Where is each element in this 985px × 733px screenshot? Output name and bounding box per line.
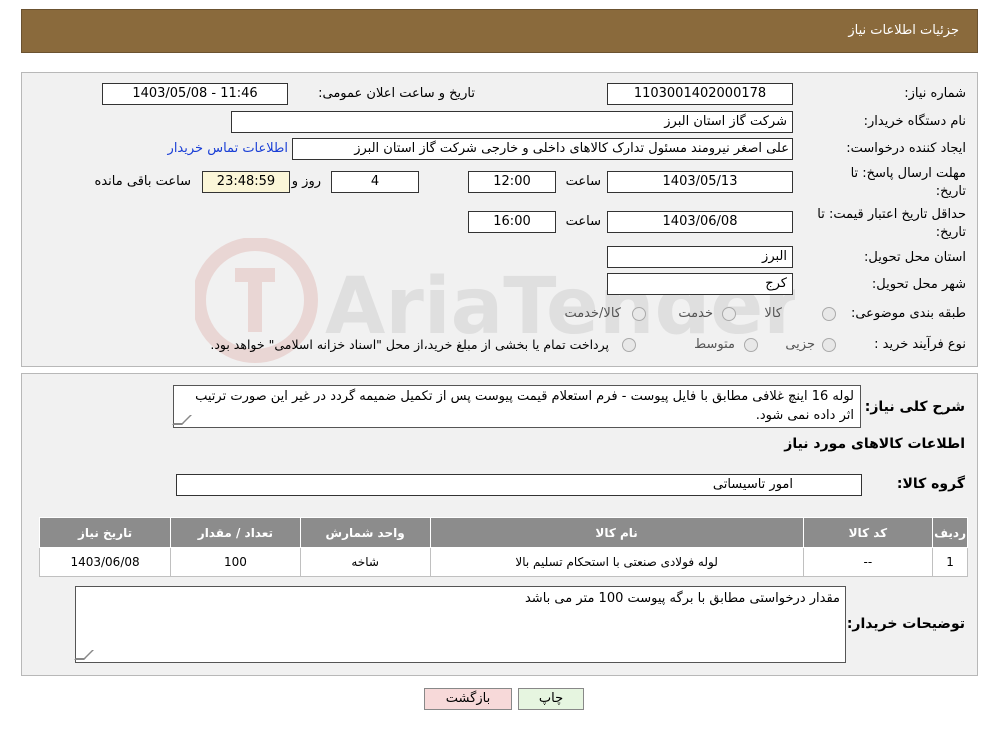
process-option-medium: متوسط [694,337,735,352]
items-title: اطلاعات کالاهای مورد نیاز [784,436,965,452]
city-label: شهر محل تحویل: [871,277,966,292]
category-option-service: خدمت [678,306,713,321]
process-label: نوع فرآیند خرید : [874,337,966,352]
process-option-minor: جزیی [785,337,815,352]
page-header: جزئیات اطلاعات نیاز [21,9,978,53]
summary-label: شرح کلی نیاز: [864,399,965,415]
group-label: گروه کالا: [896,476,965,492]
remaining-time-label: ساعت باقی مانده [94,174,191,189]
col-row: ردیف [932,517,968,548]
validity-time-label: ساعت [565,214,601,229]
table-row: 1403/06/08 100 شاخه لوله فولادی صنعتی با… [38,547,968,577]
summary-textarea: لوله 16 اینچ غلافی مطابق با فایل پیوست -… [173,385,861,428]
print-button[interactable]: چاپ [518,688,584,710]
process-radio-medium[interactable] [744,338,758,352]
province-field: البرز [607,246,793,268]
category-radio-service[interactable] [722,307,736,321]
items-table-wrap: تاریخ نیاز تعداد / مقدار واحد شمارش نام … [38,517,968,577]
reply-deadline-label-2: تاریخ: [935,184,966,199]
category-option-goods-service: کالا/خدمت [564,306,621,321]
col-name: نام کالا [429,517,804,548]
validity-date-field: 1403/06/08 [607,211,793,233]
announce-label: تاریخ و ساعت اعلان عمومی: [318,86,475,101]
cell-date: 1403/06/08 [38,547,172,577]
reply-time-field: 12:00 [468,171,556,193]
col-quantity: تعداد / مقدار [170,517,301,548]
buyer-contact-link[interactable]: اطلاعات تماس خریدار [168,141,288,156]
cell-name: لوله فولادی صنعتی با استحکام تسلیم بالا [429,547,804,577]
summary-text: لوله 16 اینچ غلافی مطابق با فایل پیوست -… [195,389,854,423]
process-radio-minor[interactable] [822,338,836,352]
days-field: 4 [331,171,419,193]
cell-row: 1 [932,547,968,577]
creator-field: علی اصغر نیرومند مسئول تدارک کالاهای داخ… [292,138,793,160]
process-note: پرداخت تمام یا بخشی از مبلغ خرید،از محل … [210,337,609,352]
buyer-org-field: شرکت گاز استان البرز [231,111,793,133]
category-label: طبقه بندی موضوعی: [850,306,966,321]
cell-quantity: 100 [170,547,301,577]
validity-time-field: 16:00 [468,211,556,233]
group-field: امور تاسیساتی [176,474,862,496]
remaining-time-field: 23:48:59 [202,171,290,193]
col-unit: واحد شمارش [299,517,431,548]
buyer-notes-textarea: مقدار درخواستی مطابق با برگه پیوست 100 م… [75,586,846,663]
creator-label: ایجاد کننده درخواست: [846,141,966,156]
page-title: جزئیات اطلاعات نیاز [848,23,959,38]
reply-deadline-label: مهلت ارسال پاسخ: تا [850,166,966,181]
buyer-notes-label: توضیحات خریدار: [846,616,965,632]
col-code: کد کالا [802,517,934,548]
process-treasury-check[interactable] [622,338,636,352]
category-radio-goods[interactable] [822,307,836,321]
validity-label-2: تاریخ: [935,225,966,240]
days-label: روز و [291,174,321,189]
reply-time-label: ساعت [565,174,601,189]
back-button[interactable]: بازگشت [424,688,512,710]
announce-field: 1403/05/08 - 11:46 [102,83,288,105]
category-radio-goods-service[interactable] [632,307,646,321]
need-number-label: شماره نیاز: [904,86,966,101]
province-label: استان محل تحویل: [864,250,966,265]
buyer-org-label: نام دستگاه خریدار: [863,114,966,129]
need-number-field: 1103001402000178 [607,83,793,105]
validity-label: حداقل تاریخ اعتبار قیمت: تا [817,207,966,222]
cell-unit: شاخه [299,547,431,577]
table-header-row: تاریخ نیاز تعداد / مقدار واحد شمارش نام … [38,517,968,548]
cell-code: -- [802,547,934,577]
reply-date-field: 1403/05/13 [607,171,793,193]
category-option-goods: کالا [764,306,782,321]
col-date: تاریخ نیاز [38,517,172,548]
items-table: تاریخ نیاز تعداد / مقدار واحد شمارش نام … [38,517,968,577]
city-field: کرج [607,273,793,295]
buyer-notes-text: مقدار درخواستی مطابق با برگه پیوست 100 م… [524,591,840,606]
